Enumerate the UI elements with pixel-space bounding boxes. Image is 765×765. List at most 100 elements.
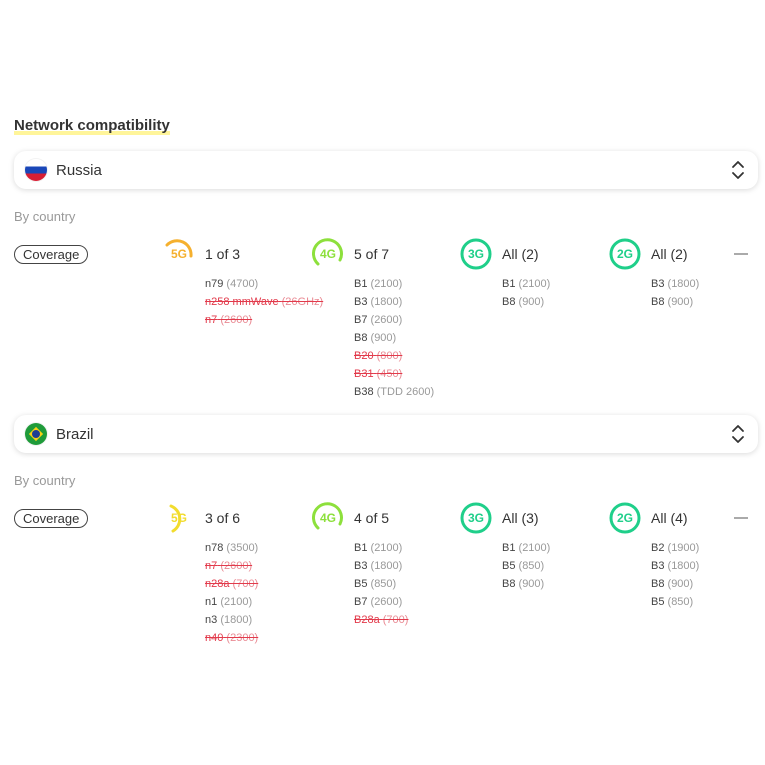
band-name: B7 — [354, 596, 368, 608]
band-name: B3 — [651, 278, 665, 290]
country-select-russia[interactable]: Russia — [14, 151, 758, 189]
band-frequency: (2100) — [220, 596, 253, 608]
band-item-unsupported: n258 mmWave (26GHz) — [205, 293, 323, 311]
band-name: B31 — [354, 368, 374, 380]
band-frequency: (850) — [518, 560, 545, 572]
4g-band-list: B1 (2100) B3 (1800) B5 (850) B7 (2600) B28a … — [312, 539, 408, 629]
band-frequency: (850) — [667, 596, 694, 608]
chevron-up-down-icon[interactable] — [728, 157, 748, 183]
network-3g-column: 3G All (2) B1 (2100) B8 (900) — [460, 238, 550, 311]
band-name: B5 — [651, 596, 665, 608]
band-frequency: (700) — [382, 614, 409, 626]
band-item: B5 (850) — [651, 593, 699, 611]
band-name: n79 — [205, 278, 224, 290]
band-frequency: (2100) — [370, 278, 403, 290]
band-item: B38 (TDD 2600) — [354, 383, 434, 401]
by-country-label: By country — [14, 473, 76, 488]
band-frequency: (2600) — [370, 596, 403, 608]
4g-label: 4G — [319, 247, 336, 261]
network-4g-column: 4G 4 of 5 B1 (2100) B3 (1800) B5 (850) B7 (… — [312, 502, 408, 629]
5g-summary: 3 of 6 — [205, 510, 241, 526]
band-name: B3 — [354, 296, 368, 308]
band-name: B1 — [502, 278, 516, 290]
band-frequency: (3500) — [226, 542, 259, 554]
band-frequency: (700) — [232, 578, 259, 590]
2g-ring-icon: 2G — [609, 502, 641, 534]
collapse-icon[interactable] — [734, 253, 748, 255]
band-name: B8 — [502, 296, 516, 308]
band-frequency: (850) — [370, 578, 397, 590]
band-frequency: (2600) — [220, 314, 253, 326]
2g-summary: All (4) — [651, 510, 688, 526]
brazil-flag-icon — [25, 423, 47, 445]
band-frequency: (1800) — [667, 278, 700, 290]
3g-ring-icon: 3G — [460, 502, 492, 534]
band-frequency: (900) — [370, 332, 397, 344]
band-item: B2 (1900) — [651, 539, 699, 557]
band-name: n7 — [205, 560, 218, 572]
4g-summary: 4 of 5 — [354, 510, 390, 526]
network-2g-column: 2G All (2) B3 (1800) B8 (900) — [609, 238, 699, 311]
band-item: B1 (2100) — [502, 539, 550, 557]
band-name: n258 mmWave — [205, 296, 279, 308]
network-compatibility-page: Network compatibility Russia By country … — [0, 0, 765, 765]
band-name: B8 — [651, 578, 665, 590]
band-frequency: (2100) — [518, 542, 551, 554]
band-frequency: (2600) — [370, 314, 403, 326]
band-name: n78 — [205, 542, 224, 554]
3g-label: 3G — [467, 511, 484, 525]
band-name: n7 — [205, 314, 218, 326]
network-3g-column: 3G All (3) B1 (2100) B5 (850) B8 (900) — [460, 502, 550, 593]
3g-band-list: B1 (2100) B5 (850) B8 (900) — [460, 539, 550, 593]
band-frequency: (1800) — [667, 560, 700, 572]
band-name: B1 — [502, 542, 516, 554]
country-select-brazil[interactable]: Brazil — [14, 415, 758, 453]
band-frequency: (900) — [518, 296, 545, 308]
band-item: B8 (900) — [502, 293, 550, 311]
band-name: n40 — [205, 632, 224, 644]
band-frequency: (1800) — [370, 560, 403, 572]
3g-summary: All (2) — [502, 246, 539, 262]
5g-label: 5G — [170, 511, 187, 525]
chevron-up-down-icon[interactable] — [728, 421, 748, 447]
band-name: B5 — [354, 578, 368, 590]
2g-band-list: B2 (1900) B3 (1800) B8 (900) B5 (850) — [609, 539, 699, 611]
2g-label: 2G — [616, 511, 633, 525]
4g-summary: 5 of 7 — [354, 246, 390, 262]
band-name: B28a — [354, 614, 380, 626]
collapse-icon[interactable] — [734, 517, 748, 519]
band-name: B3 — [651, 560, 665, 572]
band-item-unsupported: n7 (2600) — [205, 557, 258, 575]
band-frequency: (800) — [376, 350, 403, 362]
5g-summary: 1 of 3 — [205, 246, 241, 262]
by-country-label: By country — [14, 209, 76, 224]
band-item: B8 (900) — [354, 329, 434, 347]
band-name: B20 — [354, 350, 374, 362]
3g-band-list: B1 (2100) B8 (900) — [460, 275, 550, 311]
band-name: B2 — [651, 542, 665, 554]
network-2g-column: 2G All (4) B2 (1900) B3 (1800) B8 (900) B5 … — [609, 502, 699, 611]
2g-band-list: B3 (1800) B8 (900) — [609, 275, 699, 311]
band-name: B5 — [502, 560, 516, 572]
band-name: B1 — [354, 542, 368, 554]
network-4g-column: 4G 5 of 7 B1 (2100) B3 (1800) B7 (2600) B8 … — [312, 238, 434, 401]
band-item-unsupported: n28a (700) — [205, 575, 258, 593]
4g-ring-icon: 4G — [312, 238, 344, 270]
band-item: n3 (1800) — [205, 611, 258, 629]
section-title: Network compatibility — [14, 117, 170, 135]
4g-ring-icon: 4G — [312, 502, 344, 534]
band-name: B3 — [354, 560, 368, 572]
band-item: n78 (3500) — [205, 539, 258, 557]
band-item-unsupported: B20 (800) — [354, 347, 434, 365]
band-item: n79 (4700) — [205, 275, 323, 293]
band-item: B3 (1800) — [354, 557, 408, 575]
band-name: B8 — [354, 332, 368, 344]
band-frequency: (1800) — [220, 614, 253, 626]
band-item: B1 (2100) — [354, 539, 408, 557]
2g-label: 2G — [616, 247, 633, 261]
band-name: n3 — [205, 614, 218, 626]
band-item: B7 (2600) — [354, 311, 434, 329]
band-item-unsupported: n40 (2300) — [205, 629, 258, 647]
5g-label: 5G — [170, 247, 187, 261]
band-item: B3 (1800) — [651, 275, 699, 293]
